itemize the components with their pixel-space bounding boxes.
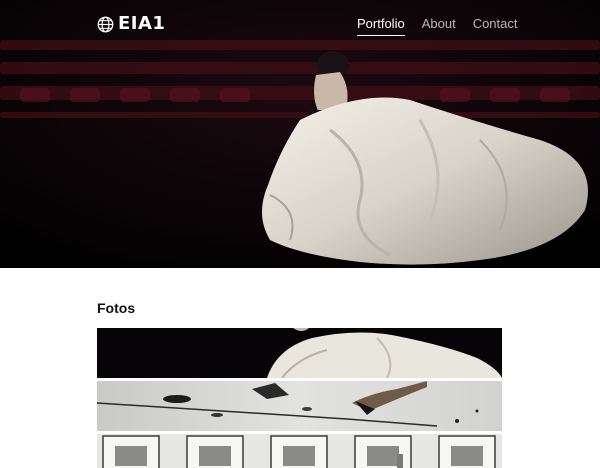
nav-item-contact[interactable]: Contact [473, 16, 518, 36]
gallery-item-prints[interactable] [97, 434, 502, 468]
globe-icon [97, 16, 114, 32]
gallery-image [97, 381, 502, 431]
main-nav: Portfolio About Contact [357, 16, 518, 36]
nav-item-portfolio[interactable]: Portfolio [357, 16, 405, 36]
section-title: Fotos [97, 300, 136, 316]
brand-name: EIA1 [118, 13, 166, 34]
gallery-item-dancer[interactable] [97, 328, 502, 378]
top-navbar: EIA1 Portfolio About Contact [0, 0, 600, 48]
gallery-image [97, 434, 502, 468]
photo-gallery [97, 328, 502, 468]
gallery-item-charcoal[interactable] [97, 381, 502, 431]
brand-logo[interactable]: EIA1 [97, 14, 165, 34]
nav-item-about[interactable]: About [422, 16, 456, 36]
hero-banner: EIA1 Portfolio About Contact [0, 0, 600, 268]
gallery-image [97, 328, 502, 378]
